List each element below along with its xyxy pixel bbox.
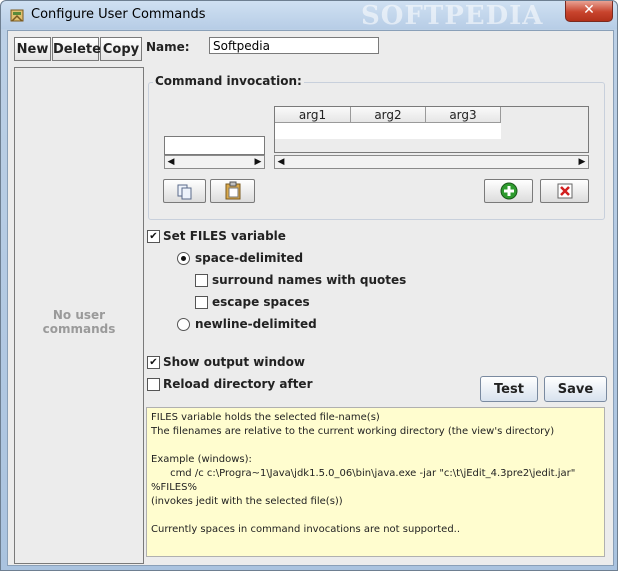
space-delimited-radio[interactable] <box>177 252 190 265</box>
help-line: cmd /c c:\Progra~1\Java\jdk1.5.0_06\bin\… <box>151 468 576 479</box>
add-arg-button[interactable] <box>484 179 533 203</box>
watermark: SOFTPEDIA <box>361 1 544 31</box>
scroll-right-icon[interactable]: ▶ <box>576 156 588 168</box>
copy-button[interactable]: Copy <box>100 37 142 61</box>
help-line <box>151 509 600 523</box>
title-bar[interactable]: Configure User Commands SOFTPEDIA ✕ <box>1 1 617 31</box>
name-input[interactable]: Softpedia <box>209 37 379 54</box>
app-icon <box>9 7 25 23</box>
command-input[interactable] <box>164 136 265 155</box>
space-delimited-label: space-delimited <box>195 251 304 265</box>
add-icon <box>500 182 518 200</box>
column-header-arg3[interactable]: arg3 <box>426 107 501 123</box>
help-line: The filenames are relative to the curren… <box>151 426 555 437</box>
newline-delimited-label: newline-delimited <box>195 317 317 331</box>
help-text-panel: FILES variable holds the selected file-n… <box>146 407 605 557</box>
remove-icon <box>557 183 573 199</box>
reload-directory-checkbox[interactable] <box>147 378 160 391</box>
scroll-left-icon[interactable]: ◀ <box>165 156 177 168</box>
paste-arg-button[interactable] <box>210 179 255 203</box>
dialog-body: New Delete Copy No user commands Name: S… <box>7 30 614 566</box>
paste-icon <box>225 181 241 200</box>
escape-spaces-label: escape spaces <box>212 295 310 309</box>
reload-directory-label: Reload directory after <box>163 377 313 391</box>
save-button[interactable]: Save <box>544 376 607 402</box>
set-files-label: Set FILES variable <box>163 229 286 243</box>
test-button[interactable]: Test <box>480 376 538 402</box>
close-button[interactable]: ✕ <box>565 1 613 22</box>
copy-icon <box>177 184 192 200</box>
name-label: Name: <box>146 40 190 54</box>
commands-list[interactable]: No user commands <box>14 67 144 564</box>
show-output-label: Show output window <box>163 355 305 369</box>
show-output-checkbox[interactable]: ✔ <box>147 356 160 369</box>
scroll-left-icon[interactable]: ◀ <box>275 156 287 168</box>
newline-delimited-radio[interactable] <box>177 318 190 331</box>
escape-spaces-checkbox[interactable] <box>195 296 208 309</box>
table-row[interactable] <box>275 123 501 139</box>
empty-list-text: No user commands <box>42 308 116 336</box>
help-line: Example (windows): <box>151 454 252 465</box>
command-scrollbar[interactable]: ◀ ▶ <box>164 155 265 169</box>
copy-arg-button[interactable] <box>163 179 206 203</box>
arguments-table[interactable]: arg1 arg2 arg3 <box>274 106 589 153</box>
configure-user-commands-window: Configure User Commands SOFTPEDIA ✕ New … <box>0 0 618 571</box>
surround-quotes-label: surround names with quotes <box>212 273 407 287</box>
scroll-right-icon[interactable]: ▶ <box>252 156 264 168</box>
column-header-arg1[interactable]: arg1 <box>275 107 351 123</box>
surround-quotes-checkbox[interactable] <box>195 274 208 287</box>
help-line: %FILES% <box>151 482 197 493</box>
help-line: (invokes jedit with the selected file(s)… <box>151 496 343 507</box>
remove-arg-button[interactable] <box>540 179 589 203</box>
window-title: Configure User Commands <box>31 7 206 22</box>
new-button[interactable]: New <box>14 37 51 61</box>
set-files-checkbox[interactable]: ✔ <box>147 230 160 243</box>
command-invocation-title: Command invocation: <box>153 74 304 88</box>
arguments-scrollbar[interactable]: ◀ ▶ <box>274 155 589 169</box>
delete-button[interactable]: Delete <box>52 37 101 61</box>
help-line <box>151 439 600 453</box>
column-header-arg2[interactable]: arg2 <box>351 107 426 123</box>
help-line: FILES variable holds the selected file-n… <box>151 412 380 423</box>
help-line: Currently spaces in command invocations … <box>151 524 461 535</box>
